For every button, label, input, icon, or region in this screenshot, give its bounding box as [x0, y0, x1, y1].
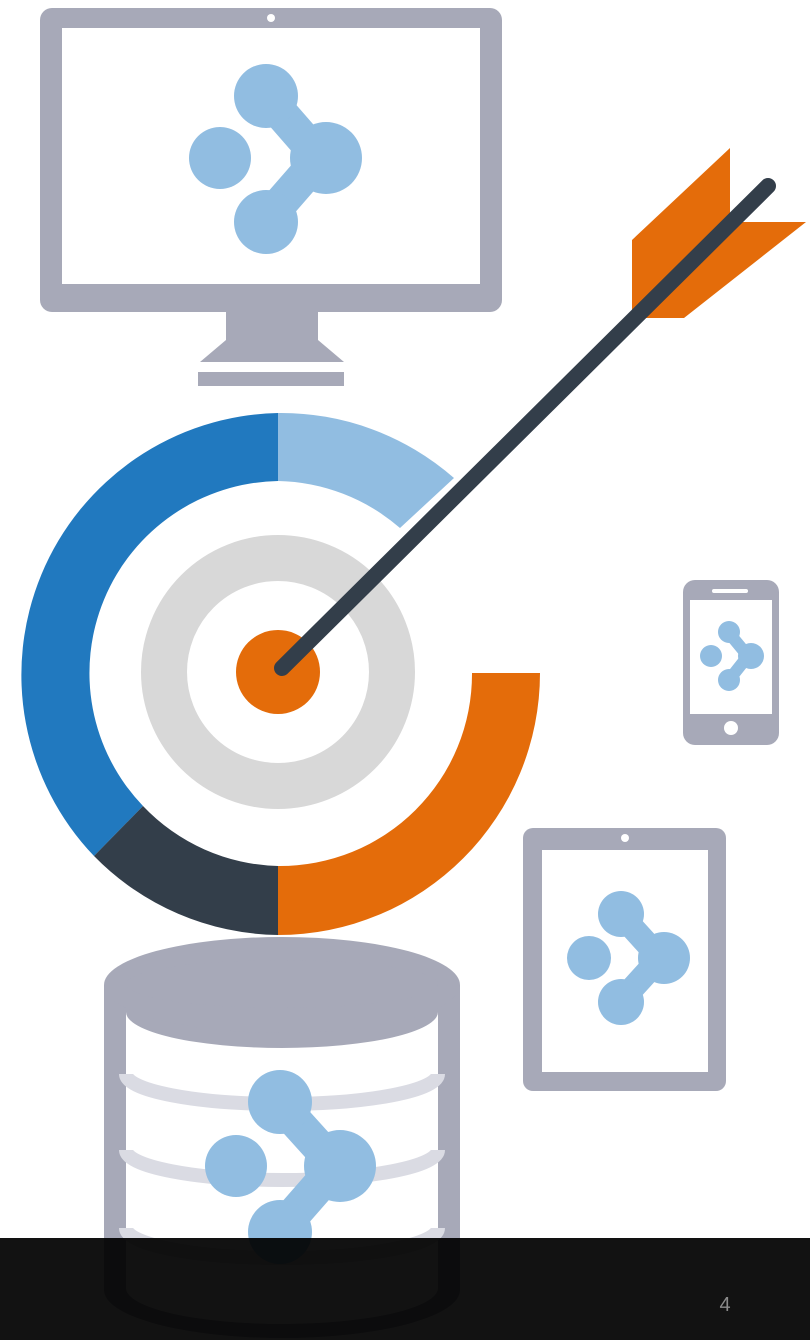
target-ring-light-blue: [278, 412, 454, 528]
tablet-icon: [523, 828, 726, 1091]
slide-footer-bar: [0, 1238, 810, 1340]
page-number: 4: [719, 1294, 731, 1316]
smartphone-icon: [683, 580, 779, 745]
target-ring-orange: [278, 673, 540, 935]
slide-illustration: [21, 8, 806, 1338]
